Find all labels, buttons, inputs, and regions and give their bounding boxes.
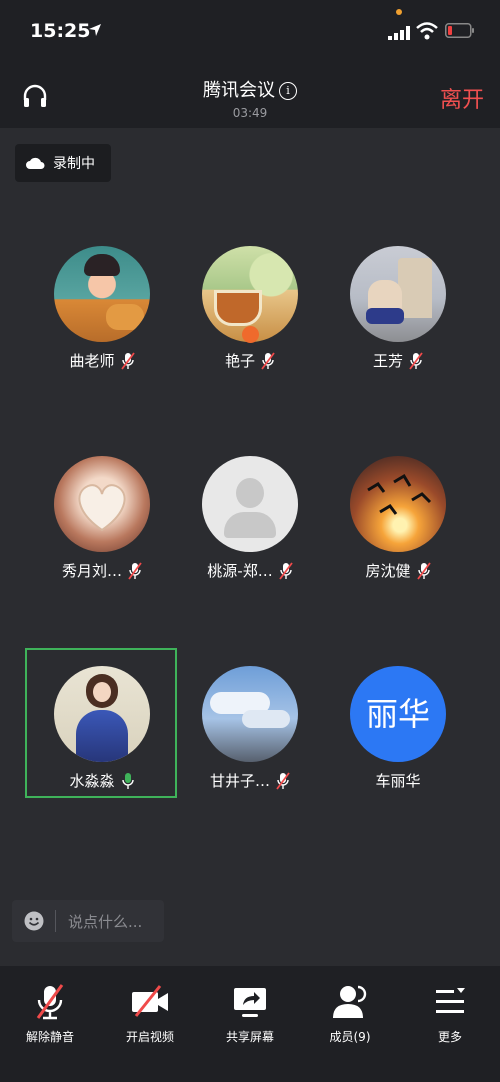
- avatar-dress: [76, 710, 128, 762]
- default-avatar-body: [224, 512, 276, 538]
- meeting-duration: 03:49: [232, 106, 268, 120]
- meeting-title[interactable]: 腾讯会议 i: [0, 76, 500, 102]
- members-icon: [333, 985, 367, 1018]
- share-screen-label: 共享屏幕: [225, 1030, 274, 1044]
- participant-tile[interactable]: 甘井子…: [175, 666, 325, 791]
- avatar: [54, 666, 150, 762]
- more-label: 更多: [437, 1030, 462, 1044]
- participant-tile[interactable]: 水淼淼: [27, 666, 177, 791]
- avatar: [54, 456, 150, 552]
- bottom-toolbar: 解除静音 开启视频 共享屏幕 成员(9) 更多: [0, 966, 500, 1082]
- participant-tile[interactable]: 桃源-郑…: [175, 456, 325, 581]
- mic-muted-icon: [261, 351, 275, 370]
- avatar-figure: [84, 254, 120, 276]
- unmute-button[interactable]: 解除静音: [0, 982, 100, 1045]
- chat-input[interactable]: 说点什么...: [12, 900, 164, 942]
- start-video-label: 开启视频: [125, 1030, 174, 1044]
- participant-tile[interactable]: 王芳: [323, 246, 473, 371]
- avatar: [54, 246, 150, 342]
- avatar: [202, 456, 298, 552]
- location-arrow-icon: [89, 24, 101, 36]
- avatar-heart: [78, 484, 126, 532]
- participant-name: 桃源-郑…: [207, 562, 273, 580]
- mic-muted-icon: [409, 351, 423, 370]
- avatar: [350, 456, 446, 552]
- mic-muted-icon: [278, 561, 293, 580]
- avatar-teacup: [214, 290, 262, 326]
- recording-badge[interactable]: 录制中: [15, 144, 111, 182]
- participant-tile[interactable]: 房沈健: [323, 456, 473, 581]
- participant-tile[interactable]: 丽华 车丽华: [323, 666, 473, 791]
- cloud-icon: [26, 157, 45, 169]
- more-menu-icon: [436, 988, 465, 1013]
- info-icon[interactable]: i: [279, 82, 297, 100]
- mic-muted-icon: [36, 984, 64, 1020]
- meeting-header: 腾讯会议 i 03:49 离开: [0, 62, 500, 128]
- mic-active-icon: [121, 772, 134, 789]
- participant-name: 车丽华: [375, 772, 421, 790]
- share-screen-button[interactable]: 共享屏幕: [200, 982, 300, 1045]
- participant-name: 房沈健: [365, 562, 411, 580]
- recording-label: 录制中: [53, 156, 95, 172]
- avatar-initials: 丽华: [365, 695, 430, 733]
- recording-indicator-dot: [396, 9, 402, 15]
- participant-tile[interactable]: 艳子: [175, 246, 325, 371]
- avatar: [350, 246, 446, 342]
- participant-name: 秀月刘…: [61, 562, 122, 580]
- avatar: [202, 666, 298, 762]
- leave-button[interactable]: 离开: [440, 82, 484, 114]
- mic-muted-icon: [128, 561, 142, 580]
- avatar-cat: [106, 304, 144, 330]
- meeting-title-text: 腾讯会议: [203, 80, 275, 101]
- participant-name: 王芳: [372, 352, 403, 370]
- status-bar: 15:25: [0, 0, 500, 62]
- avatar-face: [93, 682, 111, 702]
- cellular-signal-icon: [388, 26, 410, 40]
- unmute-label: 解除静音: [25, 1030, 74, 1044]
- participant-tile[interactable]: 秀月刘…: [27, 456, 177, 581]
- chat-placeholder: 说点什么...: [68, 913, 143, 931]
- participant-name: 甘井子…: [209, 772, 270, 790]
- members-button[interactable]: 成员(9): [300, 982, 400, 1045]
- battery-icon: [445, 23, 474, 38]
- avatar-birds: [367, 473, 432, 515]
- mic-muted-icon: [416, 561, 431, 580]
- start-video-button[interactable]: 开启视频: [100, 982, 200, 1045]
- chat-divider: [55, 910, 56, 932]
- avatar-arch: [398, 258, 432, 318]
- avatar-toy-scarf: [366, 308, 404, 324]
- wifi-icon: [416, 22, 438, 40]
- avatar-cloud: [242, 710, 290, 728]
- avatar: 丽华: [350, 666, 446, 762]
- members-label: 成员(9): [329, 1030, 371, 1044]
- status-time: 15:25: [30, 20, 91, 42]
- video-off-icon: [132, 985, 168, 1017]
- participant-tile[interactable]: 曲老师: [27, 246, 177, 371]
- participant-name: 艳子: [224, 352, 255, 370]
- emoji-icon[interactable]: [24, 911, 44, 931]
- participant-name: 水淼淼: [69, 772, 115, 790]
- more-button[interactable]: 更多: [400, 982, 500, 1045]
- mic-muted-icon: [276, 771, 290, 790]
- mic-muted-icon: [120, 351, 135, 370]
- share-screen-icon: [234, 988, 266, 1017]
- host-badge-icon: [242, 326, 259, 343]
- default-avatar-head: [236, 478, 264, 508]
- participant-name: 曲老师: [69, 352, 115, 370]
